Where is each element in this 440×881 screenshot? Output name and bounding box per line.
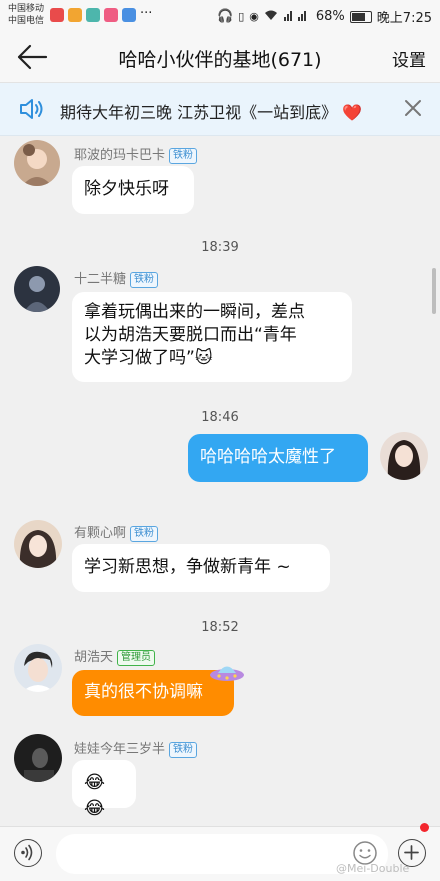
message-bubble-self[interactable]: 哈哈哈哈太魔性了	[188, 434, 368, 482]
message-bubble[interactable]: 学习新思想，争做新青年 ~	[72, 544, 330, 592]
notification-icons: ···	[50, 6, 153, 22]
sender-name: 耶波的玛卡巴卡 铁粉	[74, 144, 198, 164]
ufo-icon	[210, 666, 244, 681]
sender-label: 耶波的玛卡巴卡	[74, 148, 166, 163]
headphone-icon: 🎧	[217, 9, 234, 24]
announcement-message: 期待大年初三晚 江苏卫视《一站到底》	[60, 103, 338, 122]
carrier-2: 中国电信	[8, 16, 45, 26]
nav-bar: 哈哈小伙伴的基地(671) 设置	[0, 32, 440, 83]
weather-icon	[68, 8, 82, 22]
message-bubble[interactable]: 拿着玩偶出来的一瞬间，差点 以为胡浩天要脱口而出“青年 大学习做了吗”🐱	[72, 292, 352, 382]
battery-percent: 68%	[315, 9, 345, 24]
signal-icon	[283, 9, 311, 25]
eye-icon: ◉	[249, 10, 259, 23]
vibrate-icon: ▯	[238, 10, 245, 23]
avatar[interactable]	[14, 644, 62, 692]
message-line-3: 大学习做了吗”	[84, 348, 195, 368]
fan-badge: 铁粉	[130, 272, 159, 288]
message-line-2: 以为胡浩天要脱口而出“青年	[84, 325, 297, 345]
timestamp: 18:46	[201, 410, 239, 425]
close-icon[interactable]	[402, 97, 424, 119]
settings-button[interactable]: 设置	[392, 46, 426, 71]
chat-area[interactable]: 耶波的玛卡巴卡 铁粉 除夕快乐呀 18:39 十二半糖 铁粉 拿着玩偶出来的一瞬间，…	[0, 136, 440, 826]
timestamp: 18:52	[201, 620, 239, 635]
sender-name: 十二半糖 铁粉	[74, 268, 159, 288]
avatar[interactable]	[14, 734, 62, 782]
message-text: 学习新思想，争做新青年 ~	[84, 557, 291, 577]
wifi-icon	[264, 9, 278, 25]
admin-badge: 管理员	[117, 650, 156, 666]
heart-emoji: ❤️	[342, 103, 363, 122]
message-text: 除夕快乐呀	[84, 179, 169, 199]
timestamp: 18:39	[201, 240, 239, 255]
message-line-1: 拿着玩偶出来的一瞬间，差点	[84, 302, 305, 322]
fan-badge: 铁粉	[130, 526, 159, 542]
video-app-icon	[104, 8, 118, 22]
avatar[interactable]	[14, 140, 60, 186]
message-text: 哈哈哈哈太魔性了	[200, 447, 336, 467]
announcement-text: 期待大年初三晚 江苏卫视《一站到底》 ❤️	[60, 99, 362, 123]
scrollbar[interactable]	[432, 268, 436, 314]
page-title: 哈哈小伙伴的基地(671)	[118, 49, 322, 71]
clock: 晚上7:25	[376, 11, 432, 26]
status-bar: 中国移动 中国电信 ··· 🎧 ▯ ◉ 68% 晚上7:25	[0, 0, 440, 32]
avatar[interactable]	[14, 520, 62, 568]
voice-button[interactable]	[14, 839, 42, 867]
sender-label: 胡浩天	[74, 650, 114, 665]
sender-label: 娃娃今年三岁半	[74, 742, 166, 757]
speaker-icon	[20, 99, 43, 119]
announcement-bar[interactable]: 期待大年初三晚 江苏卫视《一站到底》 ❤️	[0, 83, 440, 136]
self-avatar[interactable]	[380, 432, 428, 480]
sender-name: 胡浩天 管理员	[74, 646, 156, 666]
sender-name: 有颗心啊 铁粉	[74, 522, 159, 542]
fan-badge: 铁粉	[169, 148, 198, 164]
carrier-1: 中国移动	[8, 4, 45, 14]
status-right: 🎧 ▯ ◉ 68% 晚上7:25	[217, 7, 432, 26]
battery-icon	[349, 10, 372, 23]
more-notifications: ···	[140, 6, 153, 21]
watermark: @Mei-Double	[336, 862, 410, 875]
sender-label: 有颗心啊	[74, 526, 127, 541]
notification-dot	[420, 823, 429, 832]
message-text: 真的很不协调嘛	[84, 682, 203, 702]
cat-emoji: 🐱	[194, 348, 213, 368]
message-text: 😂😂	[84, 772, 106, 819]
baidu-icon	[122, 8, 136, 22]
app-notification-icon	[50, 8, 64, 22]
fan-badge: 铁粉	[169, 742, 198, 758]
avatar[interactable]	[14, 266, 60, 312]
message-bubble[interactable]: 😂😂	[72, 760, 136, 819]
message-bubble[interactable]: 除夕快乐呀	[72, 166, 194, 214]
game-icon	[86, 8, 100, 22]
voice-icon	[21, 844, 33, 861]
carrier-info: 中国移动 中国电信	[8, 3, 44, 27]
sender-label: 十二半糖	[74, 272, 127, 287]
sender-name: 娃娃今年三岁半 铁粉	[74, 738, 198, 758]
